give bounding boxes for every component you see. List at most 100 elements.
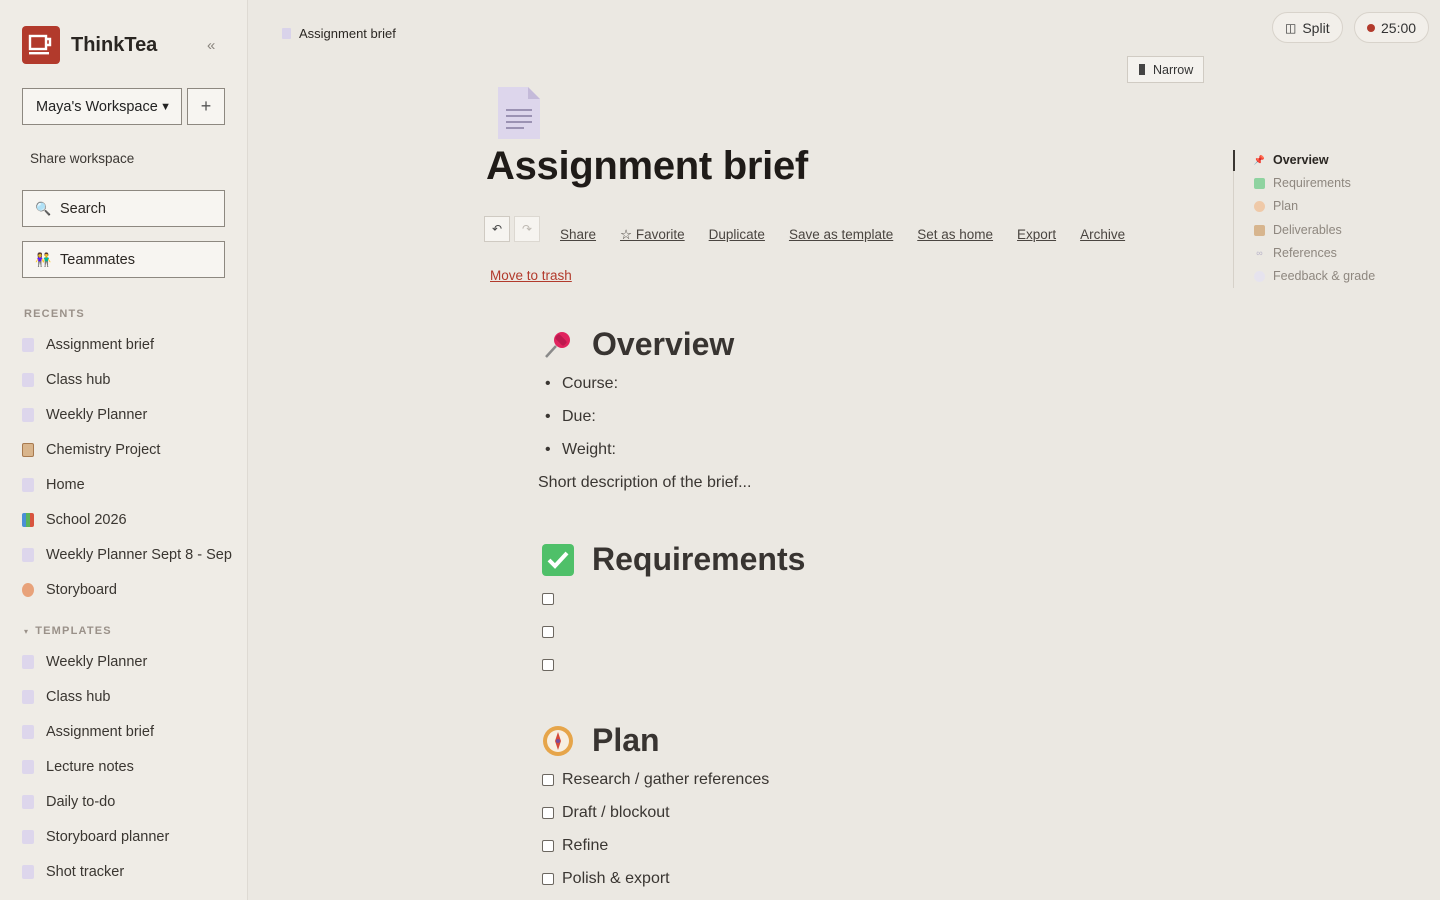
plan-heading-text: Plan (592, 722, 660, 758)
package-icon (1254, 224, 1265, 236)
save-as-template-link[interactable]: Save as template (789, 227, 893, 243)
overview-description[interactable]: Short description of the brief... (538, 474, 751, 492)
list-item[interactable]: • Due: (545, 408, 596, 426)
sidebar-item-home[interactable]: Home (22, 467, 232, 502)
sidebar-item-school-2026[interactable]: School 2026 (22, 502, 232, 537)
link-icon: ∞ (1256, 248, 1263, 258)
page-icon (22, 759, 34, 774)
favorite-link[interactable]: ☆ Favorite (620, 227, 685, 243)
checkbox[interactable] (542, 626, 554, 638)
pomodoro-timer-button[interactable]: 25:00 (1354, 12, 1430, 43)
breadcrumb[interactable]: Assignment brief (282, 26, 396, 41)
search-icon: 🔍 (35, 200, 52, 216)
checkmark-icon (1254, 177, 1265, 189)
toc-item-deliverables[interactable]: Deliverables (1254, 223, 1342, 237)
sidebar-item-weekly-planner-sept[interactable]: Weekly Planner Sept 8 - Sept 14 (22, 537, 232, 572)
narrow-width-button[interactable]: Narrow (1127, 56, 1204, 83)
sidebar-item-storyboard[interactable]: Storyboard (22, 572, 232, 607)
sidebar-item-label: Weekly Planner (46, 406, 148, 423)
recording-dot-icon (1367, 23, 1375, 32)
sidebar-item-label: Shot tracker (46, 863, 125, 880)
workspace-select[interactable]: Maya's Workspace ▼ (22, 88, 182, 125)
teammates-button[interactable]: 👫 Teammates (22, 241, 225, 278)
export-link[interactable]: Export (1017, 227, 1056, 243)
sidebar-item-weekly-planner[interactable]: Weekly Planner (22, 397, 232, 432)
narrow-icon (1139, 64, 1145, 75)
template-item-shot-tracker[interactable]: Shot tracker (22, 854, 232, 889)
plan-task[interactable]: Research / gather references (542, 771, 769, 789)
plan-task[interactable]: Refine (542, 837, 608, 855)
template-item-storyboard-planner[interactable]: Storyboard planner (22, 819, 232, 854)
template-item-assignment-brief[interactable]: Assignment brief (22, 714, 232, 749)
sidebar-item-label: Weekly Planner Sept 8 - Sept 14 (46, 546, 232, 563)
sidebar-item-label: Storyboard (46, 581, 117, 598)
set-as-home-link[interactable]: Set as home (917, 227, 993, 243)
toc-item-plan[interactable]: Plan (1254, 199, 1298, 213)
toc-label: Deliverables (1273, 223, 1342, 237)
add-workspace-button[interactable]: + (187, 88, 225, 125)
template-item-class-hub[interactable]: Class hub (22, 679, 232, 714)
sidebar-item-assignment-brief[interactable]: Assignment brief (22, 327, 232, 362)
checkbox[interactable] (542, 593, 554, 605)
sidebar-item-label: Lecture notes (46, 758, 134, 775)
checkbox[interactable] (542, 840, 554, 852)
share-workspace-link[interactable]: Share workspace (30, 151, 134, 166)
task-label: Research / gather references (562, 771, 770, 788)
plan-heading[interactable]: Plan (541, 722, 660, 759)
share-link[interactable]: Share (560, 227, 596, 243)
speech-bubble-icon (1254, 270, 1265, 282)
move-to-trash-link[interactable]: Move to trash (490, 268, 572, 283)
template-item-lecture-notes[interactable]: Lecture notes (22, 749, 232, 784)
toc-item-overview[interactable]: 📌 Overview (1254, 153, 1329, 167)
archive-link[interactable]: Archive (1080, 227, 1125, 243)
checkmark-icon (541, 543, 575, 577)
checkbox[interactable] (542, 659, 554, 671)
task-label: Refine (562, 837, 609, 854)
overview-heading-text: Overview (592, 326, 735, 362)
plan-task[interactable]: Draft / blockout (542, 804, 670, 822)
search-button[interactable]: 🔍 Search (22, 190, 225, 227)
template-item-weekly-planner[interactable]: Weekly Planner (22, 644, 232, 679)
page-icon (22, 794, 34, 809)
toc-item-requirements[interactable]: Requirements (1254, 176, 1351, 190)
caret-down-icon: ▾ (24, 627, 30, 636)
sidebar-item-class-hub[interactable]: Class hub (22, 362, 232, 397)
templates-list: Weekly Planner Class hub Assignment brie… (22, 644, 232, 889)
redo-button[interactable]: ↷ (514, 216, 540, 242)
toc-item-feedback[interactable]: Feedback & grade (1254, 269, 1375, 283)
document-icon[interactable] (498, 87, 540, 139)
collapse-sidebar-icon[interactable]: « (207, 37, 215, 54)
list-item[interactable]: • Course: (545, 375, 618, 393)
list-item[interactable]: • Weight: (545, 441, 616, 459)
sidebar-item-label: Assignment brief (46, 336, 154, 353)
checkbox[interactable] (542, 807, 554, 819)
page-icon (22, 864, 34, 879)
plan-task[interactable]: Polish & export (542, 870, 670, 888)
sidebar-item-label: Assignment brief (46, 723, 154, 740)
toc-item-references[interactable]: ∞ References (1254, 246, 1337, 260)
templates-heading[interactable]: ▾ TEMPLATES (24, 625, 112, 637)
overview-heading[interactable]: Overview (541, 326, 734, 363)
requirement-checkbox[interactable] (542, 626, 562, 638)
chevron-down-icon: ▼ (160, 100, 171, 113)
sidebar-item-chemistry-project[interactable]: Chemistry Project (22, 432, 232, 467)
sidebar-item-label: Chemistry Project (46, 441, 161, 458)
page-title[interactable]: Assignment brief (486, 144, 808, 189)
split-button[interactable]: ◫ Split (1272, 12, 1343, 43)
timer-label: 25:00 (1381, 19, 1417, 36)
toc-label: Feedback & grade (1273, 269, 1376, 283)
duplicate-link[interactable]: Duplicate (709, 227, 765, 243)
checkbox[interactable] (542, 873, 554, 885)
task-label: Polish & export (562, 870, 670, 887)
requirement-checkbox[interactable] (542, 593, 562, 605)
toc-label: Requirements (1273, 176, 1351, 190)
undo-button[interactable]: ↶ (484, 216, 510, 242)
brand[interactable]: ThinkTea (22, 26, 157, 64)
requirement-checkbox[interactable] (542, 659, 562, 671)
pushpin-icon: 📌 (1253, 154, 1266, 165)
template-item-daily-to-do[interactable]: Daily to-do (22, 784, 232, 819)
split-view-icon: ◫ (1285, 20, 1297, 35)
requirements-heading[interactable]: Requirements (541, 541, 805, 578)
checkbox[interactable] (542, 774, 554, 786)
breadcrumb-label: Assignment brief (299, 26, 396, 41)
